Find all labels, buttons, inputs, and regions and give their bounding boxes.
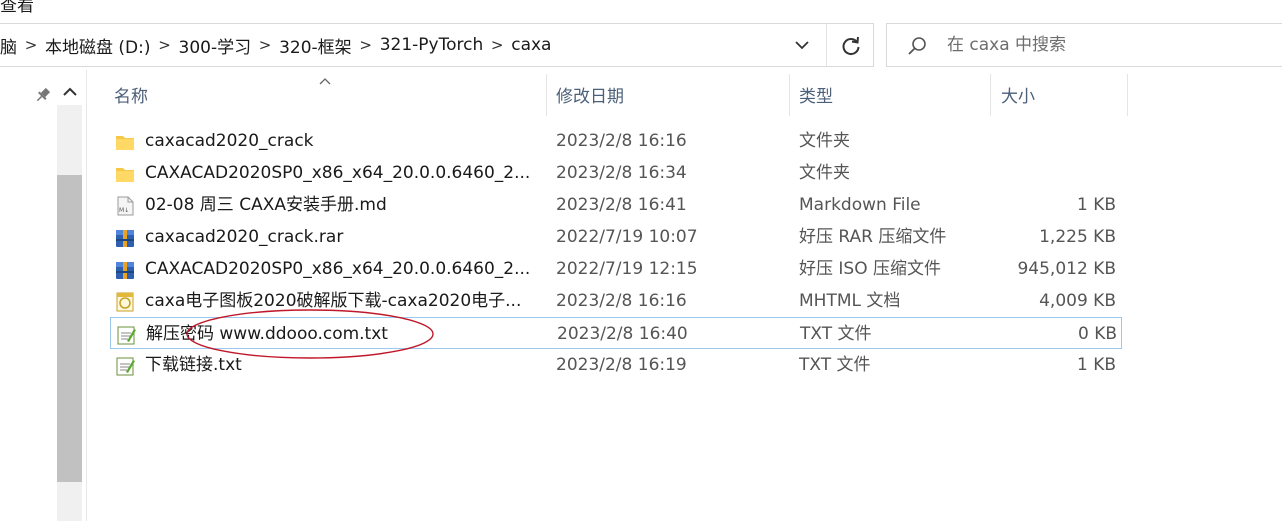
file-name[interactable]: caxacad2020_crack.rar [145, 221, 535, 253]
pane-divider [86, 70, 87, 521]
pin-icon[interactable] [34, 86, 52, 104]
search-input[interactable]: 在 caxa 中搜索 [947, 23, 1066, 67]
file-modified: 2023/2/8 16:16 [556, 131, 687, 151]
file-size: 0 KB [1077, 324, 1117, 344]
file-size: 1 KB [1076, 195, 1116, 215]
file-type: TXT 文件 [800, 324, 872, 344]
column-header-size[interactable]: 大小 [1001, 74, 1121, 116]
file-modified: 2023/2/8 16:34 [556, 163, 687, 183]
mhtml-file-icon [114, 291, 136, 313]
file-size: 945,012 KB [1017, 259, 1116, 279]
file-type: TXT 文件 [799, 355, 871, 375]
file-name[interactable]: caxacad2020_crack [145, 125, 535, 157]
search-icon [906, 35, 928, 57]
breadcrumb-chevron-icon[interactable]: > [483, 36, 511, 54]
breadcrumb-item-drive-d[interactable]: 本地磁盘 (D:) [45, 33, 151, 58]
file-size [990, 125, 1116, 157]
file-type: Markdown File [799, 195, 921, 215]
column-separator[interactable] [546, 74, 547, 116]
file-row[interactable]: CAXACAD2020SP0_x86_x64_20.0.0.6460_2... 2… [110, 253, 1122, 285]
breadcrumb-item-321[interactable]: 321-PyTorch [380, 35, 484, 55]
address-divider [826, 24, 827, 66]
file-modified: 2022/7/19 10:07 [556, 227, 698, 247]
breadcrumb-item-320[interactable]: 320-框架 [279, 33, 352, 58]
breadcrumb: 脑 > 本地磁盘 (D:) > 300-学习 > 320-框架 > 321-Py… [0, 23, 551, 67]
file-type: MHTML 文档 [799, 291, 901, 311]
file-type: 文件夹 [799, 163, 850, 183]
file-type: 文件夹 [799, 131, 850, 151]
svg-text:M↓: M↓ [119, 207, 129, 214]
file-modified: 2023/2/8 16:19 [556, 355, 687, 375]
file-size: 1 KB [1076, 355, 1116, 375]
scrollbar-thumb[interactable] [57, 175, 82, 482]
breadcrumb-chevron-icon[interactable]: > [17, 36, 45, 54]
column-header-modified[interactable]: 修改日期 [556, 74, 786, 116]
file-name[interactable]: CAXACAD2020SP0_x86_x64_20.0.0.6460_2... [145, 157, 535, 189]
text-file-icon [114, 355, 136, 377]
file-row[interactable]: CAXACAD2020SP0_x86_x64_20.0.0.6460_2... 2… [110, 157, 1122, 189]
archive-icon [114, 259, 136, 281]
file-type: 好压 ISO 压缩文件 [799, 259, 941, 279]
file-size: 4,009 KB [1039, 291, 1116, 311]
archive-icon [114, 227, 136, 249]
breadcrumb-chevron-icon[interactable]: > [352, 36, 380, 54]
breadcrumb-chevron-icon[interactable]: > [251, 36, 279, 54]
column-separator[interactable] [990, 74, 991, 116]
column-header-name[interactable]: 名称 [114, 74, 544, 116]
view-menu[interactable]: 查看 [0, 0, 34, 16]
folder-icon [114, 131, 136, 153]
address-history-dropdown-icon[interactable] [790, 34, 814, 56]
file-name[interactable]: CAXACAD2020SP0_x86_x64_20.0.0.6460_2... [145, 253, 535, 285]
file-row[interactable]: caxacad2020_crack.rar 2022/7/19 10:07 好压 R… [110, 221, 1122, 253]
refresh-icon[interactable] [838, 33, 864, 59]
file-type: 好压 RAR 压缩文件 [799, 227, 947, 247]
folder-icon [114, 163, 136, 185]
annotation-ellipse [186, 309, 434, 359]
column-separator[interactable] [789, 74, 790, 116]
text-file-icon [115, 324, 137, 346]
breadcrumb-item-computer[interactable]: 脑 [0, 33, 17, 58]
file-size: 1,225 KB [1039, 227, 1116, 247]
file-modified: 2023/2/8 16:41 [556, 195, 687, 215]
breadcrumb-item-caxa[interactable]: caxa [511, 35, 551, 55]
file-row[interactable]: caxacad2020_crack 2023/2/8 16:16 文件夹 [110, 125, 1122, 157]
search-box[interactable] [886, 23, 1282, 67]
breadcrumb-chevron-icon[interactable]: > [151, 36, 179, 54]
file-modified: 2023/2/8 16:40 [557, 324, 688, 344]
file-name[interactable]: 02-08 周三 CAXA安装手册.md [145, 189, 535, 221]
column-separator[interactable] [1127, 74, 1128, 116]
markdown-file-icon: M↓ [114, 195, 136, 217]
file-size [990, 157, 1116, 189]
column-header-type[interactable]: 类型 [799, 74, 984, 116]
file-modified: 2023/2/8 16:16 [556, 291, 687, 311]
file-row[interactable]: M↓ 02-08 周三 CAXA安装手册.md 2023/2/8 16:41 Mark… [110, 189, 1122, 221]
scroll-up-icon[interactable] [60, 84, 80, 100]
file-modified: 2022/7/19 12:15 [556, 259, 698, 279]
breadcrumb-item-300[interactable]: 300-学习 [179, 33, 252, 58]
